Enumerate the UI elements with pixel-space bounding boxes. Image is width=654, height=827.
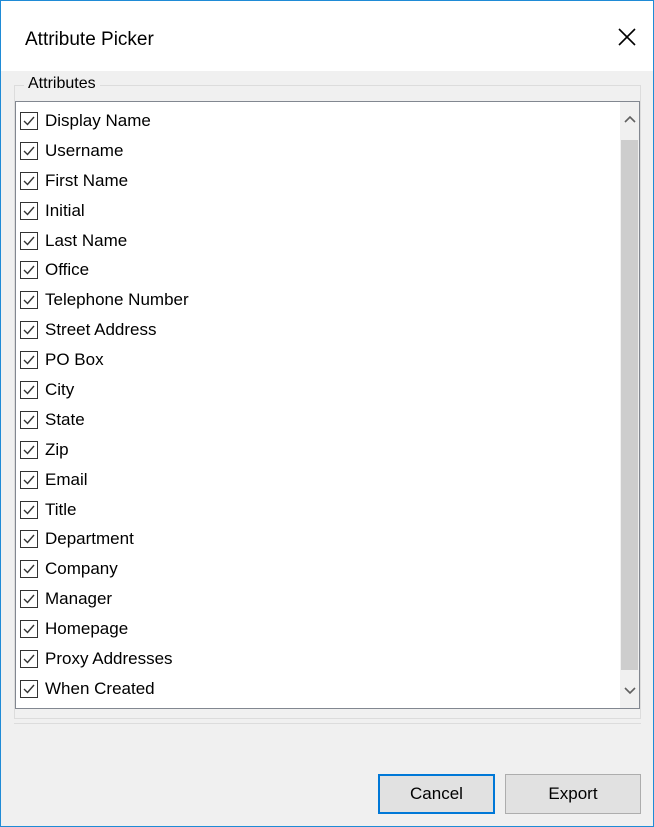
checkmark-icon — [23, 415, 35, 425]
checkbox[interactable] — [20, 171, 38, 190]
list-item[interactable]: Email — [20, 465, 620, 495]
attributes-list: Display Name Username First Name Initial Las… — [20, 106, 620, 704]
checkmark-icon — [23, 355, 35, 365]
list-item[interactable]: When Created — [20, 674, 620, 704]
checkbox[interactable] — [20, 261, 38, 280]
list-item-label: Office — [45, 260, 90, 280]
checkbox[interactable] — [20, 440, 38, 459]
checkmark-icon — [23, 534, 35, 544]
checkmark-icon — [23, 265, 35, 275]
attributes-checklist[interactable]: Display Name Username First Name Initial Las… — [15, 101, 640, 709]
checkmark-icon — [23, 206, 35, 216]
checkbox[interactable] — [20, 620, 38, 639]
dialog-title: Attribute Picker — [25, 29, 154, 50]
checkmark-icon — [23, 624, 35, 634]
checkbox[interactable] — [20, 231, 38, 250]
list-item-label: State — [45, 409, 85, 429]
list-item[interactable]: Zip — [20, 435, 620, 465]
scroll-down-button[interactable] — [620, 676, 639, 706]
checkmark-icon — [23, 684, 35, 694]
checkmark-icon — [23, 505, 35, 515]
list-item-label: Telephone Number — [45, 290, 189, 310]
cancel-button[interactable]: Cancel — [378, 774, 495, 814]
list-item-label: Title — [45, 499, 77, 519]
list-item[interactable]: Street Address — [20, 315, 620, 345]
scroll-up-button[interactable] — [620, 104, 639, 134]
list-item[interactable]: State — [20, 405, 620, 435]
checkbox[interactable] — [20, 291, 38, 310]
list-item-label: Display Name — [45, 110, 151, 130]
checkmark-icon — [23, 564, 35, 574]
checkmark-icon — [23, 325, 35, 335]
checkmark-icon — [23, 295, 35, 305]
list-item-label: Department — [45, 529, 134, 549]
list-item-label: Initial — [45, 200, 85, 220]
title-bar: Attribute Picker — [1, 1, 653, 71]
scrollbar-thumb[interactable] — [621, 140, 638, 670]
list-item[interactable]: First Name — [20, 166, 620, 196]
checkbox[interactable] — [20, 500, 38, 519]
close-button[interactable] — [609, 19, 645, 55]
list-item[interactable]: Homepage — [20, 614, 620, 644]
list-item[interactable]: Department — [20, 524, 620, 554]
list-item-label: PO Box — [45, 350, 104, 370]
checkmark-icon — [23, 385, 35, 395]
checkmark-icon — [23, 594, 35, 604]
list-item[interactable]: Title — [20, 495, 620, 525]
list-item-label: Email — [45, 469, 88, 489]
list-item[interactable]: Office — [20, 255, 620, 285]
checkbox[interactable] — [20, 141, 38, 160]
attribute-picker-dialog: Attribute Picker Attributes Display Name… — [0, 0, 654, 827]
list-item-label: Homepage — [45, 619, 129, 639]
list-item-label: First Name — [45, 170, 129, 190]
checkbox[interactable] — [20, 321, 38, 340]
checkmark-icon — [23, 654, 35, 664]
checkbox[interactable] — [20, 649, 38, 668]
checkbox[interactable] — [20, 470, 38, 489]
list-item[interactable]: Display Name — [20, 106, 620, 136]
checkbox[interactable] — [20, 410, 38, 429]
checkmark-icon — [23, 475, 35, 485]
list-item-label: Street Address — [45, 320, 157, 340]
chevron-up-icon — [623, 115, 636, 123]
checkbox[interactable] — [20, 679, 38, 698]
checkmark-icon — [23, 176, 35, 186]
list-item-label: Username — [45, 140, 124, 160]
checkbox[interactable] — [20, 590, 38, 609]
chevron-down-icon — [623, 687, 636, 695]
checkbox[interactable] — [20, 201, 38, 220]
list-item-label: Manager — [45, 589, 113, 609]
checkbox[interactable] — [20, 530, 38, 549]
vertical-scrollbar[interactable] — [620, 102, 639, 708]
list-item-label: City — [45, 379, 75, 399]
list-item-label: When Created — [45, 678, 155, 698]
checkmark-icon — [23, 445, 35, 455]
list-item[interactable]: Company — [20, 554, 620, 584]
export-button[interactable]: Export — [505, 774, 641, 814]
checkmark-icon — [23, 116, 35, 126]
checkmark-icon — [23, 146, 35, 156]
attributes-group-label: Attributes — [24, 75, 100, 93]
list-item[interactable]: Last Name — [20, 226, 620, 256]
checkbox[interactable] — [20, 560, 38, 579]
list-item[interactable]: Manager — [20, 584, 620, 614]
checkbox[interactable] — [20, 351, 38, 370]
divider — [14, 723, 641, 724]
checkmark-icon — [23, 236, 35, 246]
list-item[interactable]: PO Box — [20, 345, 620, 375]
list-item[interactable]: Telephone Number — [20, 285, 620, 315]
close-icon — [618, 28, 636, 46]
list-item[interactable]: Initial — [20, 196, 620, 226]
list-item[interactable]: City — [20, 375, 620, 405]
list-item[interactable]: Username — [20, 136, 620, 166]
list-item-label: Zip — [45, 439, 69, 459]
list-item-label: Company — [45, 559, 118, 579]
list-item-label: Proxy Addresses — [45, 648, 173, 668]
checkbox[interactable] — [20, 111, 38, 130]
checkbox[interactable] — [20, 380, 38, 399]
list-item[interactable]: Proxy Addresses — [20, 644, 620, 674]
list-item-label: Last Name — [45, 230, 128, 250]
